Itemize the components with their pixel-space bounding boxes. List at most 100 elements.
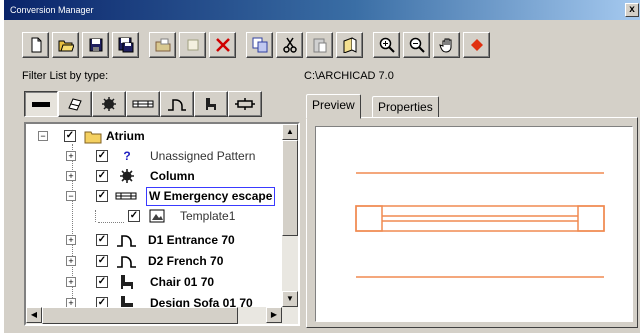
tree-horizontal-scrollbar[interactable]: ◀ ▶ [26,307,298,324]
tree-node-label: Chair 01 70 [150,275,215,289]
stop-button[interactable] [463,32,490,58]
scroll-right-button[interactable]: ▶ [266,307,282,323]
filter-all-button[interactable] [24,91,58,117]
folder-icon [84,128,102,144]
expand-toggle[interactable]: + [66,277,76,287]
window-jamb-left [355,205,383,232]
door-icon [116,253,140,269]
help-button[interactable] [336,32,363,58]
node-checkbox[interactable]: ✓ [96,255,108,267]
zoom-out-icon [409,37,425,53]
node-checkbox[interactable]: ✓ [96,276,108,288]
chair-icon [118,274,136,290]
expand-toggle[interactable]: + [66,298,76,307]
tab-preview[interactable]: Preview [306,94,361,119]
pan-button[interactable] [433,32,460,58]
filter-label: Filter List by type: [22,70,109,82]
filter-door-button[interactable] [160,91,194,117]
plan-lines [355,172,605,278]
door-icon [116,232,140,248]
filter-lamp-icon [235,98,255,110]
node-checkbox[interactable]: ✓ [96,297,108,307]
window-title: Conversion Manager [10,5,94,15]
node-checkbox[interactable]: ✓ [96,190,108,202]
new-icon [31,37,41,53]
cut-button[interactable] [276,32,303,58]
preview-panel [306,117,638,328]
question-icon: ? [123,149,131,163]
library-tree[interactable]: − ✓ Atrium + ✓ ? Unassigned Pattern + ✓ [24,122,300,326]
scroll-down-button[interactable]: ▼ [282,291,298,307]
save-as-button[interactable] [112,32,139,58]
filter-window-button[interactable] [126,91,160,117]
help-icon [343,37,356,53]
expand-toggle[interactable]: + [66,151,76,161]
filter-door-icon [168,99,186,111]
window-frame [355,205,605,232]
collapse-toggle[interactable]: − [38,131,48,141]
open-icon [58,40,74,52]
scroll-thumb[interactable] [282,140,298,236]
cut-icon [282,37,297,53]
scroll-up-button[interactable]: ▲ [282,124,298,140]
open-button[interactable] [52,32,79,58]
title-bar[interactable]: Conversion Manager x [4,0,640,20]
save-button[interactable] [82,32,109,58]
new-button[interactable] [22,32,49,58]
filter-object-button[interactable] [92,91,126,117]
folder-import-icon [155,38,170,52]
filter-all-icon [32,102,50,107]
node-checkbox[interactable]: ✓ [128,210,140,222]
paste-icon [313,38,326,53]
zoom-in-button[interactable] [373,32,400,58]
tree-node-label: Atrium [106,129,145,143]
preview-canvas [315,126,633,322]
tree-vertical-scrollbar[interactable]: ▲ ▼ [282,124,298,307]
tab-properties[interactable]: Properties [372,96,439,118]
expand-toggle[interactable]: + [66,171,76,181]
chair-icon [118,295,136,307]
paste-button[interactable] [306,32,333,58]
path-label: C:\ARCHICAD 7.0 [304,70,394,82]
filter-slab-button[interactable] [58,91,92,117]
zoom-out-button[interactable] [403,32,430,58]
tree-connector [95,210,96,222]
save-icon [89,38,102,52]
tree-node-label: Column [150,169,195,183]
save-as-icon [118,37,133,53]
pan-hand-icon [438,38,451,53]
window-jamb-right [577,205,605,232]
expand-toggle[interactable]: + [66,235,76,245]
filter-furniture-icon [206,98,216,110]
collapse-toggle[interactable]: − [66,191,76,201]
blank-page-button[interactable] [179,32,206,58]
copy-button[interactable] [246,32,273,58]
filter-furniture-button[interactable] [194,91,228,117]
node-checkbox[interactable]: ✓ [96,234,108,246]
tree-node-label: D1 Entrance 70 [148,233,235,247]
scroll-left-button[interactable]: ◀ [26,307,42,323]
tree-connector [98,222,124,223]
close-button[interactable]: x [625,3,639,17]
node-checkbox[interactable]: ✓ [96,170,108,182]
delete-button[interactable] [209,32,236,58]
gear-icon [118,168,136,184]
tree-node-label: Unassigned Pattern [150,149,256,163]
tree-node-label: Design Sofa 01 70 [150,296,253,307]
tree-node-label: D2 French 70 [148,254,224,268]
filter-slab-icon [68,98,82,111]
tree-node-label-edit[interactable]: W Emergency escape [146,187,276,206]
filter-window-icon [132,100,154,108]
template-icon [148,208,166,224]
expand-toggle[interactable]: + [66,256,76,266]
filter-lamp-button[interactable] [228,91,262,117]
scroll-thumb[interactable] [42,307,238,324]
node-checkbox[interactable]: ✓ [64,130,76,142]
window-plan-preview [355,172,605,278]
copy-icon [252,37,267,53]
tree-node-label: Template1 [180,209,236,223]
window-icon [115,188,137,204]
import-button[interactable] [149,32,176,58]
tree-content: − ✓ Atrium + ✓ ? Unassigned Pattern + ✓ [26,124,284,307]
node-checkbox[interactable]: ✓ [96,150,108,162]
